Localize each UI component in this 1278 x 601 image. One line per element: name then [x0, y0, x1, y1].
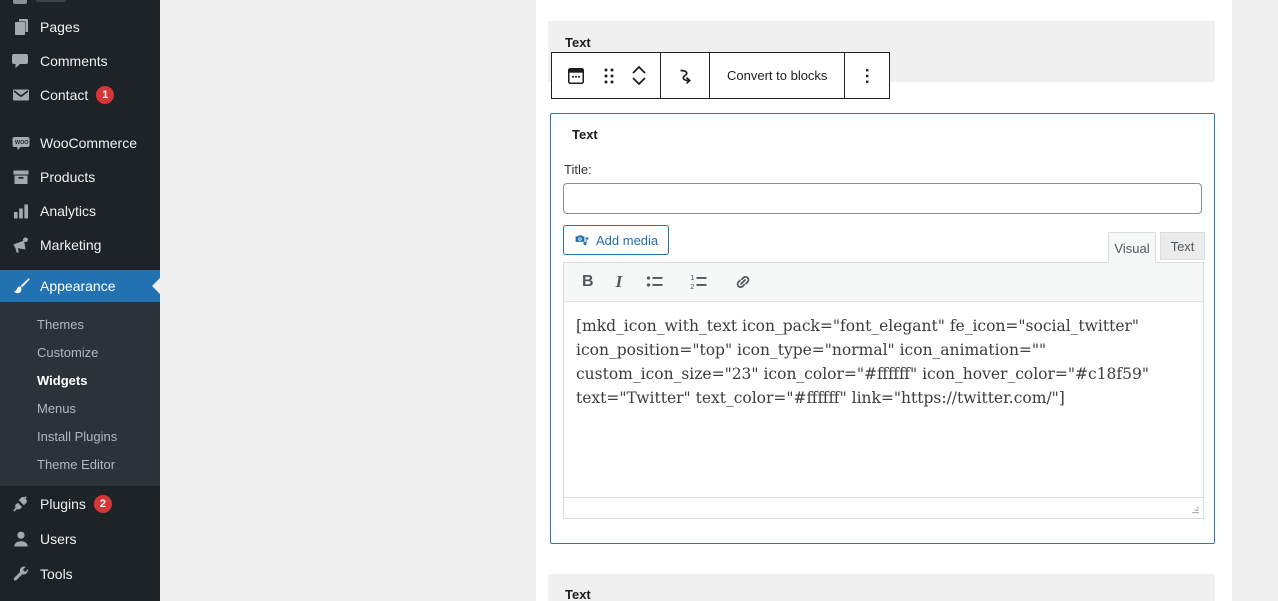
block-toolbar: Convert to blocks — [551, 52, 891, 99]
resize-grip-icon[interactable] — [1186, 502, 1200, 515]
transform-arrow-icon — [680, 69, 691, 84]
move-up-icon — [632, 65, 646, 74]
admin-sidebar: Pages Comments Contact 1 WOO WooCommerce… — [0, 0, 160, 601]
media-camera-note-icon — [575, 235, 589, 246]
block-mover — [630, 64, 648, 87]
tools-wrench-icon — [11, 564, 31, 584]
pages-icon — [11, 17, 31, 37]
sidebar-item-pages[interactable]: Pages — [0, 10, 160, 44]
submenu-item-customize[interactable]: Customize — [0, 338, 160, 366]
widget-block-collapsed-bottom[interactable]: Text — [548, 574, 1215, 601]
current-menu-arrow — [152, 278, 160, 294]
sidebar-item-label: Analytics — [40, 203, 97, 219]
options-menu-button[interactable] — [857, 64, 877, 88]
kebab-menu-icon — [866, 68, 869, 83]
add-media-button[interactable]: Add media — [563, 225, 670, 255]
tab-text[interactable]: Text — [1160, 232, 1205, 260]
sidebar-item-contact[interactable]: Contact 1 — [0, 78, 160, 112]
sidebar-item-label: Products — [40, 169, 96, 185]
appearance-submenu: Themes Customize Widgets Menus Install P… — [0, 302, 160, 486]
numbered-list-icon: 1 2 — [690, 273, 707, 291]
text-editor: B I 1 2 [mkd_icon_with_text icon_pack="f… — [563, 262, 1204, 519]
plugins-count-badge: 2 — [93, 494, 112, 513]
svg-text:2: 2 — [690, 282, 694, 291]
tab-visual[interactable]: Visual — [1108, 232, 1156, 263]
bold-button[interactable]: B — [582, 273, 594, 291]
widget-block-title: Text — [565, 35, 591, 50]
editor-toolbar: B I 1 2 — [564, 263, 1203, 302]
menu-separator — [0, 262, 160, 270]
block-toolbar-group-primary — [552, 53, 661, 98]
sidebar-item-marketing[interactable]: Marketing — [0, 228, 160, 262]
appearance-brush-icon — [11, 276, 31, 296]
numbered-list-button[interactable]: 1 2 — [688, 271, 710, 293]
sidebar-item-users[interactable]: Users — [0, 521, 160, 556]
sidebar-item-label: Appearance — [40, 278, 116, 294]
link-button[interactable] — [732, 271, 754, 293]
clipped-menu-label-fragment — [36, 0, 66, 2]
wordpress-admin-screen: Pages Comments Contact 1 WOO WooCommerce… — [0, 0, 1278, 601]
italic-button[interactable]: I — [616, 272, 623, 292]
widget-area-panel: Text Convert to blocks Text Title: Add m… — [536, 0, 1232, 601]
users-person-icon — [11, 529, 31, 549]
products-box-icon — [11, 167, 31, 187]
block-toolbar-group-convert: Convert to blocks — [710, 53, 846, 98]
sidebar-item-products[interactable]: Products — [0, 160, 160, 194]
drag-handle[interactable] — [600, 65, 618, 87]
svg-text:WOO: WOO — [15, 140, 28, 146]
sidebar-item-tools[interactable]: Tools — [0, 556, 160, 591]
widget-title-field-label: Title: — [564, 162, 592, 177]
clipped-menu-item-fragment — [13, 0, 27, 4]
woocommerce-icon: WOO — [11, 133, 31, 153]
plugins-plug-icon — [11, 494, 31, 514]
sidebar-item-appearance[interactable]: Appearance — [0, 270, 160, 302]
sidebar-item-label: Pages — [40, 19, 80, 35]
sidebar-item-woocommerce[interactable]: WOO WooCommerce — [0, 126, 160, 160]
sidebar-item-label: Comments — [40, 53, 108, 69]
block-toolbar-group-transform — [661, 53, 710, 98]
widget-title: Text — [572, 127, 598, 142]
move-down-icon — [632, 77, 646, 86]
admin-menu: Pages Comments Contact 1 WOO WooCommerce… — [0, 10, 160, 591]
link-icon — [736, 276, 750, 288]
move-up-button[interactable] — [630, 64, 648, 75]
transform-button[interactable] — [673, 64, 697, 88]
bulleted-list-icon — [647, 276, 663, 287]
submenu-item-install-plugins[interactable]: Install Plugins — [0, 422, 160, 450]
sidebar-item-label: Tools — [40, 565, 73, 582]
convert-to-blocks-button[interactable]: Convert to blocks — [722, 68, 832, 83]
move-down-button[interactable] — [630, 76, 648, 87]
widget-block-icon — [568, 67, 584, 84]
widget-title-input[interactable] — [563, 183, 1202, 214]
submenu-item-widgets[interactable]: Widgets — [0, 366, 160, 394]
submenu-item-themes[interactable]: Themes — [0, 310, 160, 338]
admin-content: Text Convert to blocks Text Title: Add m… — [160, 0, 1278, 601]
sidebar-item-label: Marketing — [40, 237, 102, 253]
widget-block-icon-button[interactable] — [564, 64, 588, 88]
text-widget-block-selected: Text Title: Add media Visual Text B I 1 … — [550, 113, 1215, 544]
menu-separator — [0, 112, 160, 126]
svg-text:1: 1 — [690, 273, 694, 282]
comments-icon — [11, 51, 31, 71]
block-toolbar-group-options — [845, 53, 889, 98]
editor-statusbar — [564, 497, 1203, 518]
widget-block-title: Text — [565, 587, 591, 601]
sidebar-item-plugins[interactable]: Plugins 2 — [0, 486, 160, 521]
sidebar-item-label: WooCommerce — [40, 135, 137, 151]
marketing-megaphone-icon — [11, 235, 31, 255]
submenu-item-menus[interactable]: Menus — [0, 394, 160, 422]
sidebar-item-label: Contact — [40, 87, 89, 103]
add-media-label: Add media — [596, 232, 659, 248]
contact-mail-icon — [11, 85, 31, 105]
contact-count-badge: 1 — [96, 86, 115, 104]
analytics-bars-icon — [11, 201, 31, 221]
drag-handle-icon — [604, 68, 614, 83]
editor-content[interactable]: [mkd_icon_with_text icon_pack="font_eleg… — [564, 302, 1203, 497]
sidebar-item-label: Plugins — [40, 495, 86, 512]
bulleted-list-button[interactable] — [644, 271, 666, 293]
sidebar-item-label: Users — [40, 530, 77, 547]
sidebar-item-analytics[interactable]: Analytics — [0, 194, 160, 228]
submenu-item-theme-editor[interactable]: Theme Editor — [0, 450, 160, 478]
sidebar-item-comments[interactable]: Comments — [0, 44, 160, 78]
